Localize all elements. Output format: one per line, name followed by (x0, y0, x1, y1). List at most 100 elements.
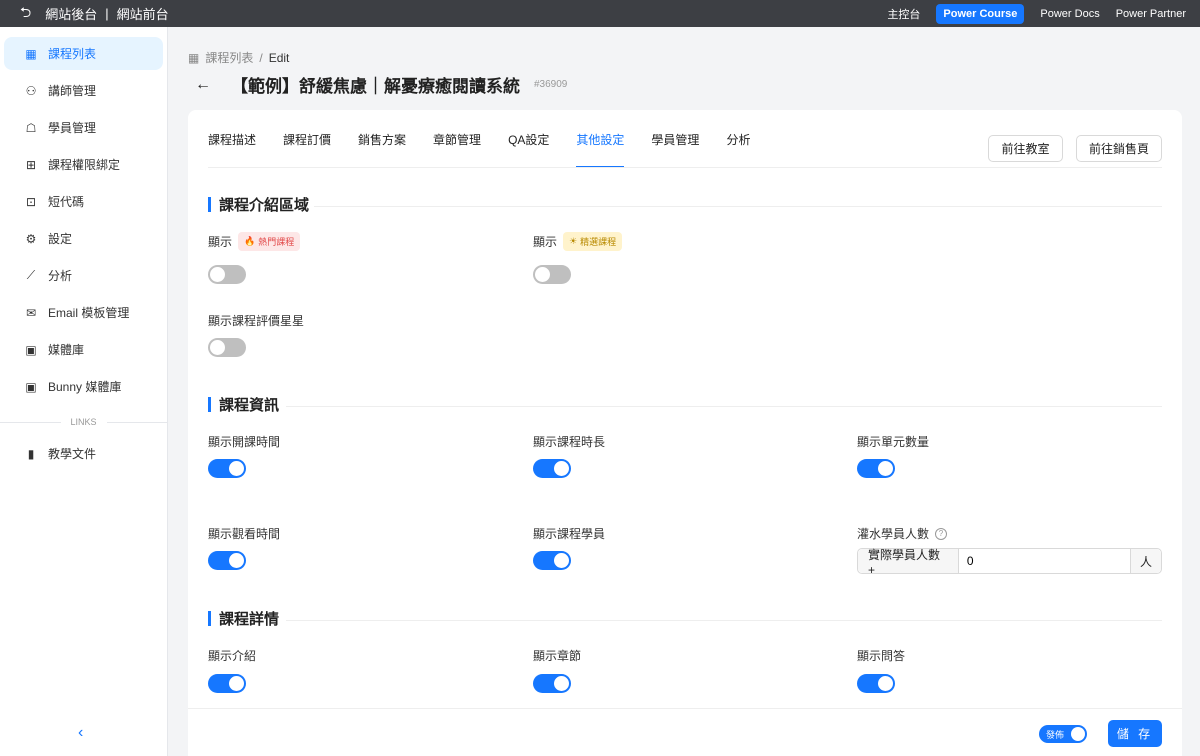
save-button[interactable]: 儲 存 (1108, 720, 1162, 747)
section-title-text: 課程詳情 (219, 611, 280, 628)
collapse-sidebar-icon[interactable]: ‹ (78, 724, 83, 742)
tab-sales-plan[interactable]: 銷售方案 (358, 111, 406, 168)
show-intro-toggle[interactable] (208, 674, 246, 693)
sidebar-item-settings[interactable]: ⚙ 設定 (4, 222, 163, 255)
code-icon: ⊡ (25, 194, 37, 209)
sidebar-item-analytics[interactable]: ⟋ 分析 (4, 259, 163, 292)
user-icon: ⚇ (25, 83, 37, 98)
show-qa-toggle[interactable] (857, 674, 895, 693)
hot-tag-text: 熱門課程 (258, 237, 295, 247)
hot-course-tag: 🔥 熱門課程 (238, 232, 301, 251)
tab-pricing[interactable]: 課程訂價 (283, 111, 331, 168)
goto-classroom-button[interactable]: 前往教室 (988, 135, 1063, 162)
mail-icon: ✉ (25, 305, 37, 320)
power-partner-link[interactable]: Power Partner (1116, 8, 1186, 20)
back-arrow-icon[interactable]: ← (195, 76, 211, 94)
pick-tag-text: 精選課程 (580, 237, 617, 247)
tab-description[interactable]: 課程描述 (208, 111, 256, 168)
breadcrumb-parent[interactable]: 課程列表 (205, 49, 253, 66)
tab-analytics[interactable]: 分析 (726, 111, 750, 168)
show-chapters-label: 顯示章節 (533, 649, 582, 663)
book-icon: ▮ (27, 446, 35, 461)
top-bar: ⮌ 網站後台 | 網站前台 主控台 Power Course Power Doc… (0, 0, 1200, 27)
show-units-toggle[interactable] (857, 459, 895, 478)
show-watch-time-label: 顯示觀看時間 (208, 527, 281, 541)
help-icon[interactable]: ? (935, 527, 948, 540)
show-students-label: 顯示課程學員 (533, 527, 606, 541)
sidebar-item-label: 課程權限綁定 (48, 158, 121, 172)
show-intro-label: 顯示介紹 (208, 649, 257, 663)
page-title: 【範例】舒緩焦慮｜解憂療癒閱讀系統 (231, 77, 520, 96)
tab-bar: 課程描述 課程訂價 銷售方案 章節管理 QA設定 其他設定 學員管理 分析 (208, 110, 750, 168)
sidebar-item-label: Bunny 媒體庫 (48, 380, 122, 394)
sidebar-item-label: 課程列表 (48, 47, 97, 61)
hot-course-label: 顯示 🔥 熱門課程 (208, 232, 301, 251)
section-detail-title: 課程詳情 (208, 608, 279, 629)
sidebar-item-email[interactable]: ✉ Email 模板管理 (4, 296, 163, 329)
sidebar-item-media[interactable]: ▣ 媒體庫 (4, 333, 163, 366)
goto-sales-page-button[interactable]: 前往銷售頁 (1076, 135, 1162, 162)
addon-before: 實際學員人數 + (858, 548, 959, 577)
sidebar-item-label: 短代碼 (48, 195, 85, 209)
show-units-label: 顯示單元數量 (857, 435, 930, 449)
admin-link[interactable]: 網站後台 (45, 4, 97, 23)
sidebar-item-label: 媒體庫 (48, 343, 85, 357)
sidebar-item-permissions[interactable]: ⊞ 課程權限綁定 (4, 148, 163, 181)
show-duration-label: 顯示課程時長 (533, 435, 606, 449)
frontend-link[interactable]: 網站前台 (117, 4, 169, 23)
show-students-toggle[interactable] (533, 551, 571, 570)
power-course-link[interactable]: Power Course (936, 3, 1025, 24)
breadcrumb: ▦ 課程列表 / Edit (188, 49, 289, 66)
publish-toggle[interactable]: 發佈 (1039, 725, 1087, 743)
show-watch-time-toggle[interactable] (208, 551, 246, 570)
section-info-title: 課程資訊 (208, 394, 279, 415)
links-title: LINKS (70, 417, 97, 427)
featured-course-toggle[interactable] (533, 265, 571, 284)
sidebar-item-label: 教學文件 (48, 447, 97, 461)
tabs-divider (208, 167, 1162, 168)
tab-chapters[interactable]: 章節管理 (433, 111, 481, 168)
section-divider (314, 206, 1162, 207)
back-icon[interactable]: ⮌ (20, 2, 31, 26)
sidebar-item-teachers[interactable]: ⚇ 講師管理 (4, 74, 163, 107)
fire-icon: 🔥 (244, 236, 256, 246)
hot-course-toggle[interactable] (208, 265, 246, 284)
sidebar-item-bunny-media[interactable]: ▣ Bunny 媒體庫 (4, 370, 163, 403)
sidebar-item-shortcode[interactable]: ⊡ 短代碼 (4, 185, 163, 218)
extra-students-input[interactable] (958, 549, 1130, 573)
sidebar-item-courses[interactable]: ▦ 課程列表 (4, 37, 163, 70)
show-start-time-toggle[interactable] (208, 459, 246, 478)
rating-toggle[interactable] (208, 338, 246, 357)
breadcrumb-current: Edit (268, 50, 290, 65)
tab-other-settings[interactable]: 其他設定 (576, 111, 625, 168)
addon-after: 人 (1129, 549, 1161, 573)
sidebar-item-students[interactable]: ☖ 學員管理 (4, 111, 163, 144)
media-icon: ▣ (25, 342, 37, 357)
section-title-text: 課程資訊 (219, 397, 280, 414)
show-chapters-toggle[interactable] (533, 674, 571, 693)
gear-icon: ⚙ (25, 231, 37, 246)
footer-bar: 發佈 儲 存 (188, 708, 1182, 756)
show-duration-toggle[interactable] (533, 459, 571, 478)
sun-icon: ☀ (569, 236, 578, 246)
extra-students-text: 灌水學員人數 (857, 527, 930, 541)
sidebar-item-label: 分析 (48, 269, 73, 283)
settings-card: 課程描述 課程訂價 銷售方案 章節管理 QA設定 其他設定 學員管理 分析 前往… (188, 110, 1182, 756)
featured-course-label: 顯示 ☀ 精選課程 (533, 232, 623, 251)
grid-icon: ⊞ (25, 157, 37, 172)
rating-label: 顯示課程評價星星 (208, 314, 305, 328)
sidebar-item-docs[interactable]: ▮ 教學文件 (4, 437, 163, 470)
links-divider: LINKS (0, 417, 168, 427)
featured-course-tag: ☀ 精選課程 (563, 232, 623, 251)
section-divider (286, 406, 1162, 407)
tab-students[interactable]: 學員管理 (651, 111, 699, 168)
show-label: 顯示 (533, 235, 558, 249)
title-row: ← 【範例】舒緩焦慮｜解憂療癒閱讀系統 #36909 (195, 72, 567, 97)
section-title-text: 課程介紹區域 (219, 197, 310, 214)
power-docs-link[interactable]: Power Docs (1040, 8, 1099, 20)
tab-qa[interactable]: QA設定 (508, 111, 549, 168)
dashboard-link[interactable]: 主控台 (887, 6, 920, 22)
show-start-time-label: 顯示開課時間 (208, 435, 281, 449)
publish-label: 發佈 (1046, 729, 1065, 740)
extra-students-label: 灌水學員人數 ? (857, 525, 948, 542)
